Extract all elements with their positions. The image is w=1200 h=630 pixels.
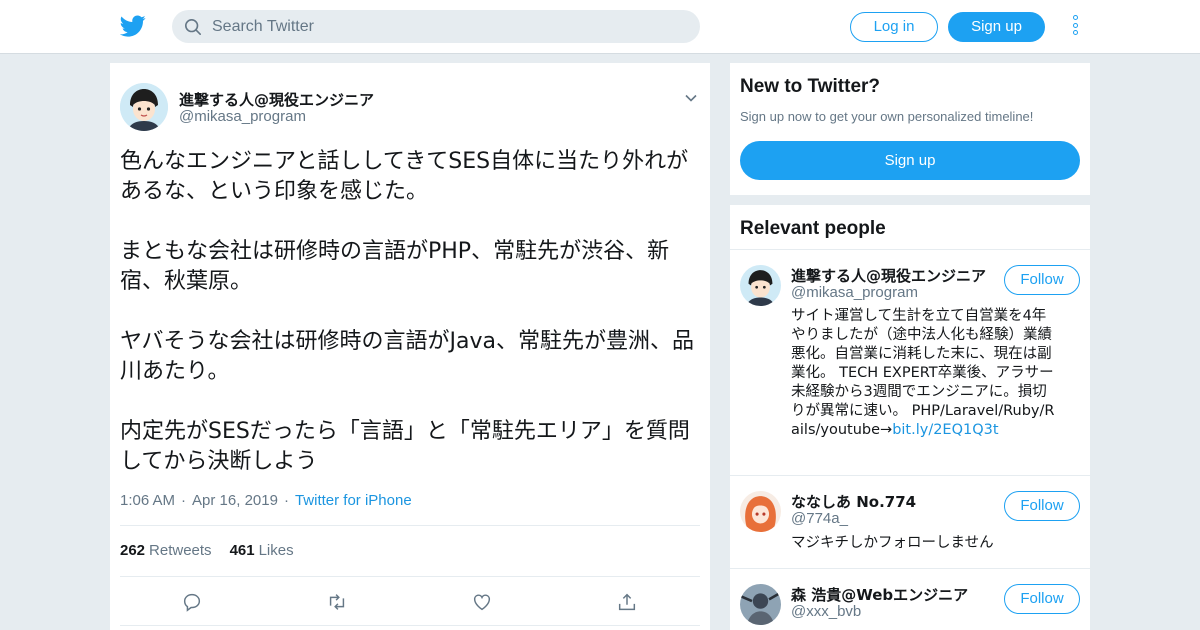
person-name[interactable]: 森 浩貴@Webエンジニア <box>791 584 968 605</box>
retweet-icon[interactable] <box>326 591 348 613</box>
search-bar[interactable] <box>172 10 700 43</box>
divider <box>730 568 1090 569</box>
likes-count: 461 <box>229 542 255 559</box>
divider <box>730 475 1090 476</box>
retweets-count: 262 <box>120 542 146 559</box>
person-handle[interactable]: @xxx_bvb <box>791 603 861 620</box>
module-title: New to Twitter? <box>740 76 881 97</box>
top-navigation-bar: Log in Sign up <box>0 0 1200 54</box>
person-handle[interactable]: @774a_ <box>791 510 848 527</box>
person-bio: サイト運営して生計を立て自営業を4年やりましたが（途中法人化も経験）業績悪化。自… <box>791 307 1055 440</box>
module-title: Relevant people <box>740 218 886 239</box>
twitter-logo-icon[interactable] <box>120 13 146 39</box>
retweets-label: Retweets <box>149 542 212 559</box>
reply-icon[interactable] <box>181 591 203 613</box>
person-name[interactable]: 進撃する人@現役エンジニア <box>791 265 986 286</box>
tweet-author-handle[interactable]: @mikasa_program <box>179 108 306 125</box>
chevron-down-icon[interactable] <box>684 91 698 105</box>
tweet-author-name[interactable]: 進撃する人@現役エンジニア <box>179 89 374 110</box>
tweet-text: 色んなエンジニアと話ししてきてSES自体に当たり外れがあるな、という印象を感じた… <box>120 149 695 474</box>
relevant-people-module: Relevant people 進撃する人@現役エンジニア @mikasa_pr… <box>730 205 1090 630</box>
divider <box>120 525 700 526</box>
signup-button[interactable]: Sign up <box>740 141 1080 180</box>
divider <box>120 625 700 626</box>
person-name[interactable]: ななしあ No.774 <box>791 491 916 512</box>
tweet-time[interactable]: 1:06 AM <box>120 492 175 509</box>
like-icon[interactable] <box>471 591 493 613</box>
signup-button[interactable]: Sign up <box>948 12 1045 42</box>
more-options-icon[interactable] <box>1069 15 1081 39</box>
follow-button[interactable]: Follow <box>1004 584 1080 614</box>
person-bio-link[interactable]: bit.ly/2EQ1Q3t <box>892 422 998 438</box>
tweet-meta: 1:06 AM · Apr 16, 2019 · Twitter for iPhone <box>120 492 412 509</box>
share-icon[interactable] <box>616 591 638 613</box>
divider <box>730 249 1090 250</box>
person-bio-text: サイト運営して生計を立て自営業を4年やりましたが（途中法人化も経験）業績悪化。自… <box>791 308 1055 438</box>
person-bio: マジキチしかフォローしません <box>791 535 994 551</box>
person-handle[interactable]: @mikasa_program <box>791 284 918 301</box>
person-avatar[interactable] <box>740 265 781 306</box>
module-subtitle: Sign up now to get your own personalized… <box>740 109 1034 124</box>
person-avatar[interactable] <box>740 491 781 532</box>
author-avatar[interactable] <box>120 83 168 131</box>
follow-button[interactable]: Follow <box>1004 265 1080 295</box>
tweet-date[interactable]: Apr 16, 2019 <box>192 492 278 509</box>
search-icon <box>184 18 202 35</box>
follow-button[interactable]: Follow <box>1004 491 1080 521</box>
tweet-stats: 262 Retweets 461 Likes <box>120 542 294 559</box>
retweets-stat[interactable]: 262 Retweets <box>120 542 212 559</box>
tweet-card: 進撃する人@現役エンジニア @mikasa_program 色んなエンジニアと話… <box>110 63 710 630</box>
divider <box>120 576 700 577</box>
likes-stat[interactable]: 461 Likes <box>230 542 294 559</box>
login-button[interactable]: Log in <box>850 12 938 42</box>
tweet-source-link[interactable]: Twitter for iPhone <box>295 492 412 509</box>
new-to-twitter-module: New to Twitter? Sign up now to get your … <box>730 63 1090 195</box>
person-avatar[interactable] <box>740 584 781 625</box>
likes-label: Likes <box>258 542 294 559</box>
search-input[interactable] <box>212 17 672 36</box>
